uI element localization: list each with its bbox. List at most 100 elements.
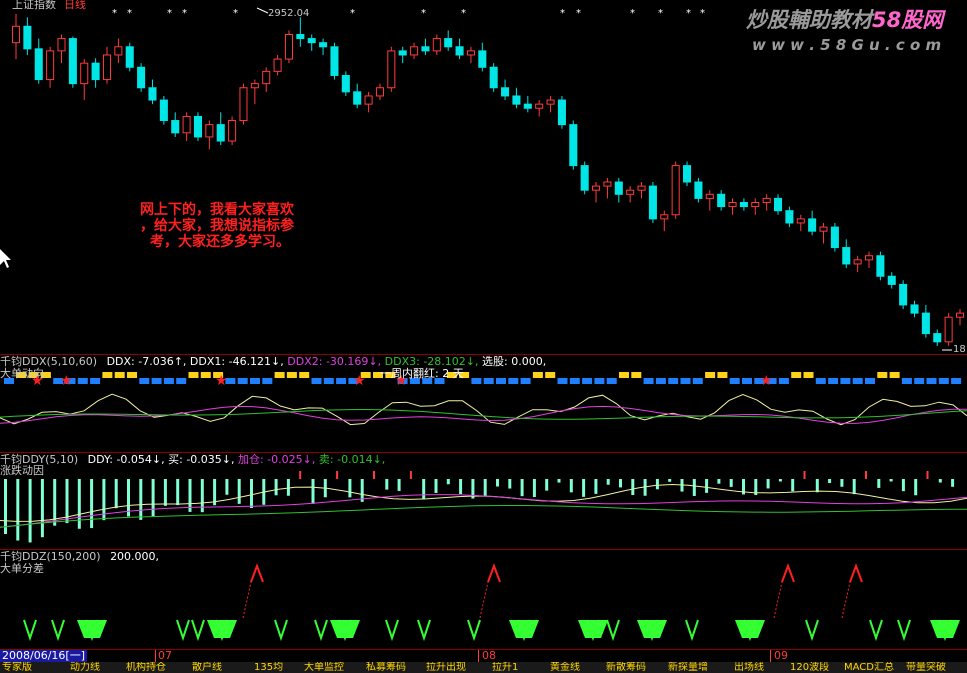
candle-body: [296, 33, 305, 40]
ddy-negative-bar: [90, 479, 94, 529]
svg-text:*: *: [700, 8, 705, 19]
tab-macd-summary[interactable]: MACD汇总: [842, 662, 896, 673]
ddy-negative-bar: [508, 479, 512, 489]
ddy-negative-bar: [889, 479, 893, 482]
tab-retail-line[interactable]: 散户线: [190, 662, 224, 673]
ddy-buy-value: 买: -0.035↓,: [168, 453, 235, 466]
ddx-negative-bar: [951, 378, 962, 384]
candle: [205, 120, 214, 150]
ddy-value: DDY: -0.054↓,: [87, 453, 165, 466]
candle-body: [455, 46, 464, 56]
ddx2-value: DDX2: -30.169↓,: [287, 355, 382, 368]
candle: [159, 95, 168, 125]
pick-value: 选股: 0.000,: [482, 355, 547, 368]
candle-body: [751, 201, 760, 208]
candle-body: [46, 50, 55, 81]
tab-volume-breakout[interactable]: 带量突破: [904, 662, 948, 673]
candle-body: [398, 50, 407, 56]
tab-institution-holding[interactable]: 机构持仓: [124, 662, 168, 673]
main-chart-panel[interactable]: * * * * * * * * * * * * * * 上证指数 日线 2952.04 18 …: [0, 0, 967, 354]
candle: [501, 79, 510, 101]
candle-body: [216, 124, 225, 142]
svg-text:*: *: [421, 8, 426, 19]
ddx-negative-bar: [250, 378, 260, 384]
tab-120-wave[interactable]: 120波段: [788, 662, 831, 673]
peak-price-label: 2952.04: [268, 8, 310, 19]
candle-body: [830, 226, 839, 249]
candle: [592, 182, 601, 203]
ddz-green-v: [467, 619, 481, 642]
candle: [216, 112, 225, 146]
tab-expert[interactable]: 专家版: [0, 662, 34, 673]
ddx-negative-bar: [865, 378, 875, 384]
tab-golden-line[interactable]: 黄金线: [548, 662, 582, 673]
candle: [125, 42, 134, 72]
annotation-line: 网上下的，我看大家喜欢: [140, 202, 294, 218]
candle-body: [569, 124, 578, 167]
ddx-panel[interactable]: ★ ★ ★ ★ ★ ★ 千钧DDX(5,10,60) DDX: -7.036↑, DDX1…: [0, 355, 967, 452]
tab-new-retail-chips[interactable]: 新散筹码: [604, 662, 648, 673]
ddx-positive-bar: [274, 372, 285, 378]
tab-power-line[interactable]: 动力线: [68, 662, 102, 673]
candle: [557, 95, 566, 129]
tab-new-volume-increase[interactable]: 新探量增: [666, 662, 710, 673]
candle-body: [432, 38, 441, 52]
ddx-positive-bar: [127, 372, 137, 378]
ddx-positive-bar: [791, 372, 802, 378]
watermark-title: 炒股輔助教材58股网: [746, 8, 944, 32]
ddy-negative-bar: [40, 479, 44, 538]
tab-big-order-monitor[interactable]: 大单监控: [302, 662, 346, 673]
ddy-negative-bar: [569, 479, 573, 493]
ddy-negative-bar: [225, 479, 229, 495]
ddz-params: (150,200): [46, 550, 101, 563]
period-label[interactable]: 日线: [64, 0, 86, 11]
candle: [11, 14, 21, 60]
candle-body: [535, 103, 544, 109]
annotation-line: 考，大家还多多学习。: [150, 234, 290, 250]
ddy-panel[interactable]: 千钧DDY(5,10) DDY: -0.054↓, 买: -0.035↓, 加仓…: [0, 453, 967, 549]
candle: [705, 190, 714, 211]
ddz-panel[interactable]: 千钧DDZ(150,200) 200.000, 大单分差: [0, 550, 967, 649]
candle-body: [955, 312, 965, 318]
ddy-positive-bar: [373, 471, 375, 479]
ddy-negative-bar: [250, 479, 253, 509]
candle: [569, 120, 578, 170]
ddz-peak-leader: [773, 581, 783, 619]
ddz-chart: [23, 563, 960, 642]
tab-pull-up-1[interactable]: 拉升1: [490, 662, 520, 673]
svg-text:*: *: [350, 8, 355, 19]
annotation-line: ，给大家，我想说指标参: [140, 218, 294, 234]
tab-exit-line[interactable]: 出场线: [732, 662, 766, 673]
candle: [523, 95, 532, 113]
candle-body: [773, 197, 783, 212]
tab-private-chips[interactable]: 私募筹码: [364, 662, 408, 673]
candle-body: [819, 226, 828, 232]
tab-135-ma[interactable]: 135均: [252, 662, 285, 673]
ddx-negative-bar: [606, 378, 617, 384]
candle: [102, 46, 112, 84]
ddx-positive-bar: [114, 372, 125, 378]
peak-leader-line: [256, 7, 269, 14]
ddy-negative-bar: [791, 479, 795, 492]
tab-pull-up-appear[interactable]: 拉升出现: [424, 662, 468, 673]
candle-body: [91, 62, 100, 81]
ddy-positive-bar: [336, 471, 339, 479]
candle-body: [626, 189, 635, 195]
low-price-label: 18: [953, 344, 966, 354]
svg-text:*: *: [182, 8, 187, 19]
ddz-green-v: [805, 619, 819, 642]
ddx-negative-bar: [828, 378, 839, 384]
candle-body: [853, 259, 862, 265]
candle-body: [330, 46, 339, 76]
ddy-negative-bar: [483, 479, 487, 496]
ddy-sell-value: 卖: -0.014↓,: [318, 453, 386, 466]
ddy-negative-bar: [397, 479, 401, 491]
indicator-tab-bar: 专家版 动力线 机构持仓 散户线 135均 大单监控 私募筹码 拉升出现 拉升1…: [0, 662, 967, 673]
ddy-negative-bar: [557, 479, 561, 483]
candle: [387, 46, 396, 92]
candle: [614, 177, 623, 203]
ddy-negative-bar: [274, 479, 278, 496]
ddx-positive-bar: [286, 372, 297, 378]
candle: [80, 59, 89, 101]
candle: [546, 95, 555, 113]
